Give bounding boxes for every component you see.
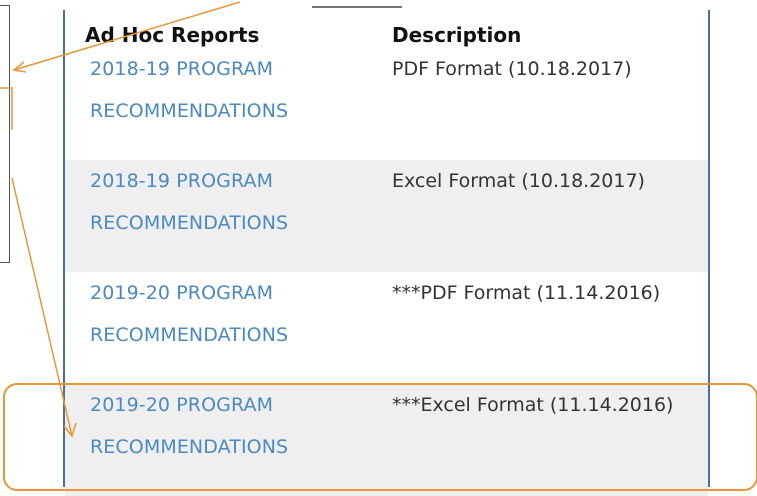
description-text: Excel Format (10.18.2017) (392, 170, 645, 192)
left-partial-frame (0, 5, 10, 263)
table-row: 2019-20 PROGRAM RECOMMENDATIONS ***Excel… (65, 384, 708, 496)
report-link[interactable]: 2018-19 PROGRAM RECOMMENDATIONS (90, 160, 370, 244)
report-cell: 2019-20 PROGRAM RECOMMENDATIONS (65, 384, 370, 496)
table-row: 2018-19 PROGRAM RECOMMENDATIONS Excel Fo… (65, 160, 708, 272)
report-link[interactable]: 2019-20 PROGRAM RECOMMENDATIONS (90, 384, 370, 468)
description-text: ***Excel Format (11.14.2016) (392, 394, 674, 416)
table-header-row: Ad Hoc Reports Description (65, 10, 708, 48)
reports-panel: Ad Hoc Reports Description 2018-19 PROGR… (63, 10, 710, 496)
description-cell: ***Excel Format (11.14.2016) (370, 384, 708, 496)
description-cell: PDF Format (10.18.2017) (370, 48, 708, 160)
description-cell: Excel Format (10.18.2017) (370, 160, 708, 272)
description-text: ***PDF Format (11.14.2016) (392, 282, 661, 304)
report-cell: 2018-19 PROGRAM RECOMMENDATIONS (65, 160, 370, 272)
description-cell: ***PDF Format (11.14.2016) (370, 272, 708, 384)
report-link[interactable]: 2018-19 PROGRAM RECOMMENDATIONS (90, 48, 370, 132)
report-link[interactable]: 2019-20 PROGRAM RECOMMENDATIONS (90, 272, 370, 356)
report-cell: 2019-20 PROGRAM RECOMMENDATIONS (65, 272, 370, 384)
reports-table: Ad Hoc Reports Description 2018-19 PROGR… (65, 10, 708, 496)
description-text: PDF Format (10.18.2017) (392, 58, 632, 80)
arrow-head-left (12, 61, 27, 73)
table-row: 2019-20 PROGRAM RECOMMENDATIONS ***PDF F… (65, 272, 708, 384)
report-cell: 2018-19 PROGRAM RECOMMENDATIONS (65, 48, 370, 160)
column-header-ad-hoc-reports: Ad Hoc Reports (85, 23, 260, 47)
top-cropped-fragment (312, 0, 402, 8)
table-row: 2018-19 PROGRAM RECOMMENDATIONS PDF Form… (65, 48, 708, 160)
column-header-description: Description (392, 23, 522, 47)
